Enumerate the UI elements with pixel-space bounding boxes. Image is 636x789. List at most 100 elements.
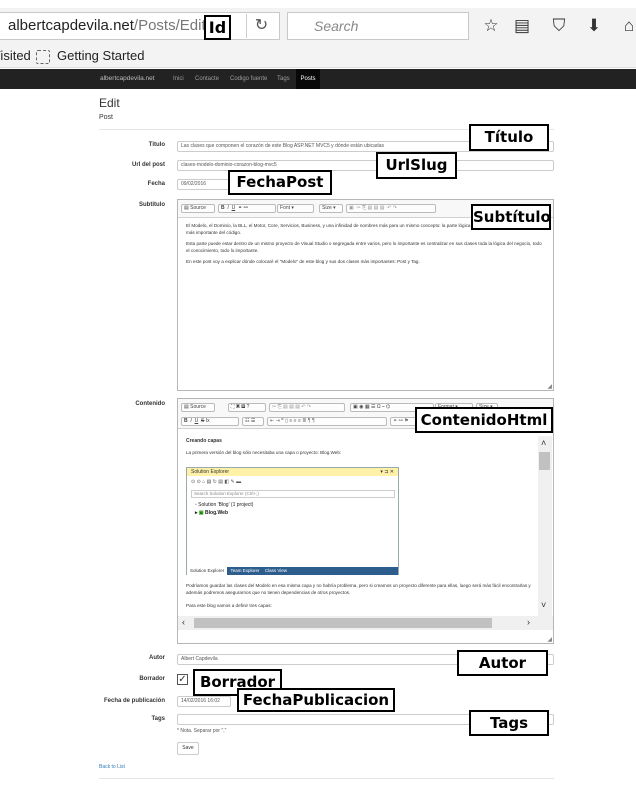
strike-icon[interactable]: S (201, 418, 204, 424)
solex-title: Solution Explorer (191, 469, 230, 475)
annotation-subtitulo: Subtítulo (471, 204, 551, 230)
url-host: albertcapdevila.net (8, 17, 134, 34)
fecha-input[interactable]: 09/02/2016 (177, 179, 231, 190)
content-heading: Creando capas (186, 438, 222, 444)
solution-explorer-image: Solution Explorer ▾ ⊐ ✕ ⊙ ⊙ ⌂ ▤ ↻ ▤ ◧ ✎ ▬… (186, 467, 399, 575)
pocket-icon[interactable]: ⛉ (548, 14, 570, 38)
bookmark-getting-started[interactable]: Getting Started (57, 48, 144, 63)
clear-format-icon[interactable]: Ix (206, 418, 210, 424)
bookmark-visited[interactable]: Visited (0, 48, 31, 63)
annotation-fechapost: FechaPost (228, 170, 332, 195)
solex-tab: Team Explorer (230, 568, 260, 573)
titulo-label: Titulo (148, 142, 165, 148)
source-label: Source (190, 404, 206, 410)
scroll-thumb[interactable] (539, 452, 550, 470)
annotation-id: Id (204, 15, 231, 40)
scroll-thumb[interactable] (194, 618, 492, 628)
reload-icon[interactable]: ↻ (246, 14, 276, 38)
tab-strip (0, 0, 636, 8)
scroll-down-icon[interactable]: ˅ (541, 600, 546, 610)
paragraph: Para este blog vamos a definir tres capa… (186, 603, 272, 608)
scroll-up-icon[interactable]: ˄ (541, 438, 546, 448)
underline-icon[interactable]: U (195, 418, 199, 424)
solex-tab: Class View (264, 568, 288, 573)
link-icon[interactable]: ⚭ (238, 205, 242, 211)
nav-item-codigo[interactable]: Codigo fuente (230, 69, 267, 89)
source-label: Source (190, 205, 206, 211)
tags-note: * Nota. Separar por "," (177, 728, 227, 734)
size-select[interactable]: Size ▾ (319, 204, 343, 213)
subtitulo-label: Subtitulo (139, 202, 165, 208)
solex-project-node: ▸ ▣ Blog.Web (195, 510, 228, 516)
source-icon: ▤ (184, 205, 189, 211)
annotation-urlslug: UrlSlug (376, 152, 457, 179)
page-subtitle: Post (99, 114, 114, 121)
paragraph: En este post voy a explicar dónde coloca… (186, 259, 420, 264)
chevron-down-icon: ▾ (333, 205, 336, 211)
fecha-publicacion-input[interactable]: 14/02/2016 16:02 (177, 696, 231, 707)
clipboard-buttons[interactable]: ✂ ⎘ ▤ ▤ ▤ ↶ ↷ (269, 403, 345, 412)
nav-item-posts[interactable]: Posts (296, 69, 320, 89)
font-select-label: Font (280, 205, 291, 211)
unlink-icon[interactable]: ⚯ (244, 205, 248, 211)
text-style-buttons[interactable]: B I U S Ix (181, 417, 239, 426)
scroll-right-icon[interactable]: › (527, 617, 530, 627)
solex-tab: Solution Explorer (187, 567, 228, 575)
annotation-titulo: Título (469, 124, 549, 151)
fecha-label: Fecha (147, 181, 165, 187)
format-buttons[interactable]: B I U ⚭ ⚯ (218, 204, 276, 213)
annotation-autor: Autor (457, 650, 548, 676)
bookmark-page-icon (36, 50, 50, 64)
url-bar[interactable]: albertcapdevila.net/Posts/Edit/7 (0, 12, 280, 40)
footer-divider (99, 778, 554, 779)
solex-window-icons: ▾ ⊐ ✕ (380, 469, 394, 475)
project-icon: ▣ (198, 510, 204, 516)
paragraph: Esta parte puede estar dentro de un mism… (186, 241, 542, 253)
solex-search: Search Solution Explorer (Ctrl+;) (191, 490, 395, 498)
expand-arrow-icon: ▸ (195, 510, 198, 516)
nav-brand[interactable]: albertcapdevila.net (100, 69, 155, 89)
solex-solution-node: ▫ Solution 'Blog' (1 project) (195, 502, 253, 508)
underline-icon[interactable]: U (232, 205, 236, 211)
save-button[interactable]: Save (177, 742, 199, 755)
source-button[interactable]: ▤ Source (181, 204, 215, 213)
borrador-checkbox[interactable]: ✓ (177, 674, 188, 685)
size-select-label: Size (322, 205, 332, 211)
borrador-label: Borrador (139, 676, 165, 682)
source-button[interactable]: ▤ Source (181, 403, 215, 412)
source-icon: ▤ (184, 404, 189, 410)
list-buttons[interactable]: ☷ ☰ (242, 417, 264, 426)
annotation-tags: Tags (469, 710, 549, 736)
italic-icon[interactable]: I (227, 205, 228, 211)
view-buttons[interactable]: ⛶ ▣ ▤ ? (228, 403, 266, 412)
home-icon[interactable]: ⌂ (618, 14, 636, 38)
tags-label: Tags (151, 716, 165, 722)
back-to-list-link[interactable]: Back to List (99, 764, 125, 770)
nav-item-contacte[interactable]: Contacte (195, 69, 219, 89)
search-input[interactable]: Search (287, 12, 469, 40)
contenido-label: Contenido (135, 401, 165, 407)
resize-handle-icon[interactable]: ◢ (547, 636, 552, 643)
solex-solution-label: Solution 'Blog' (1 project) (198, 502, 254, 508)
resize-handle-icon[interactable]: ◢ (547, 383, 552, 390)
bold-icon[interactable]: B (221, 205, 225, 211)
bookmark-star-icon[interactable]: ☆ (480, 14, 502, 38)
solution-icon: ▫ (195, 502, 197, 508)
scroll-left-icon[interactable]: ‹ (182, 617, 185, 627)
nav-item-tags[interactable]: Tags (277, 69, 290, 89)
paragraph: Podríamos guardar las clases del Modelo … (186, 583, 531, 595)
solex-toolbar-icons: ⊙ ⊙ ⌂ ▤ ↻ ▤ ◧ ✎ ▬ (191, 479, 242, 485)
nav-item-inici[interactable]: Inici (173, 69, 184, 89)
clipboard-buttons[interactable]: ▣ ✂ ⎘ ▤ ▤ ▤ ↶ ↷ (346, 204, 436, 213)
solex-titlebar: Solution Explorer ▾ ⊐ ✕ (187, 468, 398, 476)
font-select[interactable]: Font ▾ (277, 204, 314, 213)
annotation-contenido: ContenidoHtml (415, 407, 553, 433)
bold-icon[interactable]: B (184, 418, 188, 424)
paragraph-buttons[interactable]: ⇤ ⇥ ❞ ▯ ≡ ≡ ≡ ≣ ¶ ¶ (267, 417, 387, 426)
reading-list-icon[interactable]: ▤ (511, 14, 533, 38)
horizontal-scrollbar[interactable]: ‹ › (178, 616, 553, 630)
annotation-fechapublicacion: FechaPublicacion (237, 688, 395, 712)
download-icon[interactable]: ⬇ (583, 14, 605, 38)
chevron-down-icon: ▾ (291, 205, 294, 211)
italic-icon[interactable]: I (190, 418, 191, 424)
